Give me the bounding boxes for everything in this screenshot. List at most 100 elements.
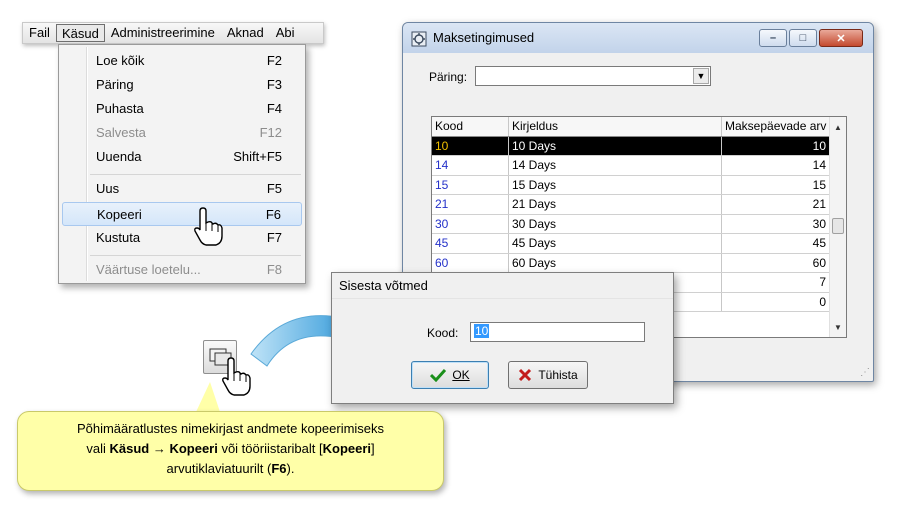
- cell-kirjeldus: 60 Days: [509, 253, 722, 272]
- menu-separator: [90, 255, 301, 256]
- callout-tail: [196, 382, 220, 412]
- cell-kood: 14: [432, 156, 509, 175]
- scroll-up-icon[interactable]: ▲: [830, 119, 846, 135]
- menu-aknad[interactable]: Aknad: [221, 24, 270, 42]
- scroll-down-icon[interactable]: ▼: [830, 319, 846, 335]
- menu-item-salvesta: Salvesta F12: [62, 121, 302, 145]
- cell-paevade-arv: 30: [722, 214, 830, 233]
- callout-line-1: Põhimääratlustes nimekirjast andmete kop…: [76, 421, 385, 436]
- menu-item-loe-koik[interactable]: Loe kõik F2: [62, 49, 302, 73]
- grid-header-row: Kood Kirjeldus Maksepäevade arv: [432, 117, 830, 137]
- paring-combobox[interactable]: ▼: [475, 66, 711, 86]
- cell-kood: 60: [432, 253, 509, 272]
- cell-kirjeldus: 30 Days: [509, 214, 722, 233]
- menu-item-label: Kustuta: [96, 230, 141, 245]
- hand-cursor-icon: [222, 357, 251, 396]
- menu-item-paring[interactable]: Päring F3: [62, 73, 302, 97]
- menu-item-shortcut: F2: [266, 53, 282, 68]
- close-button[interactable]: ✕: [819, 29, 863, 47]
- callout-text: või tööriistaribalt [: [217, 441, 323, 456]
- maximize-button[interactable]: □: [789, 29, 817, 47]
- window-app-icon: [411, 31, 427, 47]
- resize-grip-icon[interactable]: ⋰: [860, 367, 870, 378]
- red-x-icon: [519, 368, 532, 382]
- dialog-title: Sisesta võtmed: [332, 273, 673, 299]
- table-row[interactable]: 15 15 Days 15: [432, 175, 830, 195]
- kood-input[interactable]: 10: [470, 322, 645, 342]
- ok-button[interactable]: OK: [411, 361, 489, 389]
- callout-text: vali: [86, 441, 110, 456]
- minimize-button[interactable]: –: [759, 29, 787, 47]
- cell-kirjeldus: 14 Days: [509, 156, 722, 175]
- scrollbar-thumb[interactable]: [832, 218, 844, 234]
- menu-item-label: Puhasta: [96, 101, 144, 116]
- window-titlebar: Maksetingimused – □ ✕: [403, 23, 873, 53]
- menu-bar: Fail Käsud Administreerimine Aknad Abi: [22, 22, 324, 44]
- menu-item-uuenda[interactable]: Uuenda Shift+F5: [62, 145, 302, 169]
- cell-paevade-arv: 0: [722, 292, 830, 311]
- menu-item-shortcut: F5: [266, 181, 282, 196]
- column-header-maksepaevade-arv[interactable]: Maksepäevade arv: [722, 117, 830, 136]
- menu-item-label: Uus: [96, 181, 120, 196]
- callout-text: ]: [371, 441, 375, 456]
- ok-label: OK: [452, 368, 470, 382]
- menu-item-puhasta[interactable]: Puhasta F4: [62, 97, 302, 121]
- table-row[interactable]: 10 10 Days 10: [432, 136, 830, 156]
- menu-item-label: Loe kõik: [96, 53, 145, 68]
- hand-cursor-icon: [194, 207, 223, 246]
- cell-paevade-arv: 14: [722, 156, 830, 175]
- menu-fail[interactable]: Fail: [23, 24, 56, 42]
- callout-bold-text: Kopeeri: [322, 441, 372, 456]
- cancel-label: Tühista: [538, 368, 578, 382]
- cell-kood: 15: [432, 175, 509, 194]
- menu-item-kopeeri[interactable]: Kopeeri F6: [62, 202, 302, 226]
- menu-item-kustuta[interactable]: Kustuta F7: [62, 226, 302, 250]
- close-icon: ✕: [836, 32, 846, 45]
- kasud-dropdown-menu: Loe kõik F2 Päring F3 Puhasta F4 Salvest…: [58, 44, 306, 284]
- menu-item-shortcut: F4: [266, 101, 282, 116]
- menu-item-shortcut: F12: [259, 125, 282, 140]
- window-title: Maksetingimused: [433, 30, 535, 45]
- cell-kood: 10: [432, 136, 509, 155]
- cell-paevade-arv: 7: [722, 273, 830, 292]
- menu-item-shortcut: F7: [266, 230, 282, 245]
- menu-item-label: Salvesta: [96, 125, 146, 140]
- menu-item-shortcut: F6: [265, 207, 281, 222]
- menu-abi[interactable]: Abi: [270, 24, 301, 42]
- callout-line-3: arvutiklaviatuurilt (F6).: [18, 459, 443, 479]
- menu-kasud[interactable]: Käsud: [55, 24, 105, 42]
- callout-bold-text: F6: [271, 461, 287, 476]
- vertical-scrollbar[interactable]: ▲ ▼: [829, 117, 846, 337]
- menu-item-label: Päring: [96, 77, 134, 92]
- callout-line-2: vali Käsud → Kopeeri või tööriistaribalt…: [18, 439, 443, 459]
- cell-paevade-arv: 15: [722, 175, 830, 194]
- cell-paevade-arv: 21: [722, 195, 830, 214]
- cell-kood: 21: [432, 195, 509, 214]
- paring-label: Päring:: [429, 70, 468, 84]
- instruction-callout: Põhimääratlustes nimekirjast andmete kop…: [17, 411, 444, 491]
- menu-item-uus[interactable]: Uus F5: [62, 177, 302, 201]
- callout-text: ).: [286, 461, 295, 476]
- cell-kood: 45: [432, 234, 509, 253]
- column-header-kirjeldus[interactable]: Kirjeldus: [509, 117, 722, 136]
- table-row[interactable]: 60 60 Days 60: [432, 253, 830, 273]
- table-row[interactable]: 45 45 Days 45: [432, 234, 830, 254]
- maximize-icon: □: [799, 32, 807, 44]
- menu-item-shortcut: Shift+F5: [233, 149, 282, 164]
- menu-item-shortcut: F8: [266, 262, 282, 277]
- minimize-icon: –: [769, 32, 777, 44]
- cancel-button[interactable]: Tühista: [508, 361, 588, 389]
- menu-administreerimine[interactable]: Administreerimine: [105, 24, 221, 42]
- checkmark-icon: [430, 368, 447, 382]
- table-row[interactable]: 30 30 Days 30: [432, 214, 830, 234]
- menu-item-label: Väärtuse loetelu...: [96, 262, 201, 277]
- cell-kirjeldus: 15 Days: [509, 175, 722, 194]
- sisesta-votmed-dialog: Sisesta võtmed Kood: 10 OK Tühista: [331, 272, 674, 404]
- cell-paevade-arv: 45: [722, 234, 830, 253]
- cell-paevade-arv: 10: [722, 136, 830, 155]
- table-row[interactable]: 14 14 Days 14: [432, 156, 830, 176]
- column-header-kood[interactable]: Kood: [432, 117, 509, 136]
- kood-label: Kood:: [427, 326, 459, 340]
- table-row[interactable]: 21 21 Days 21: [432, 195, 830, 215]
- chevron-down-icon[interactable]: ▼: [693, 68, 709, 84]
